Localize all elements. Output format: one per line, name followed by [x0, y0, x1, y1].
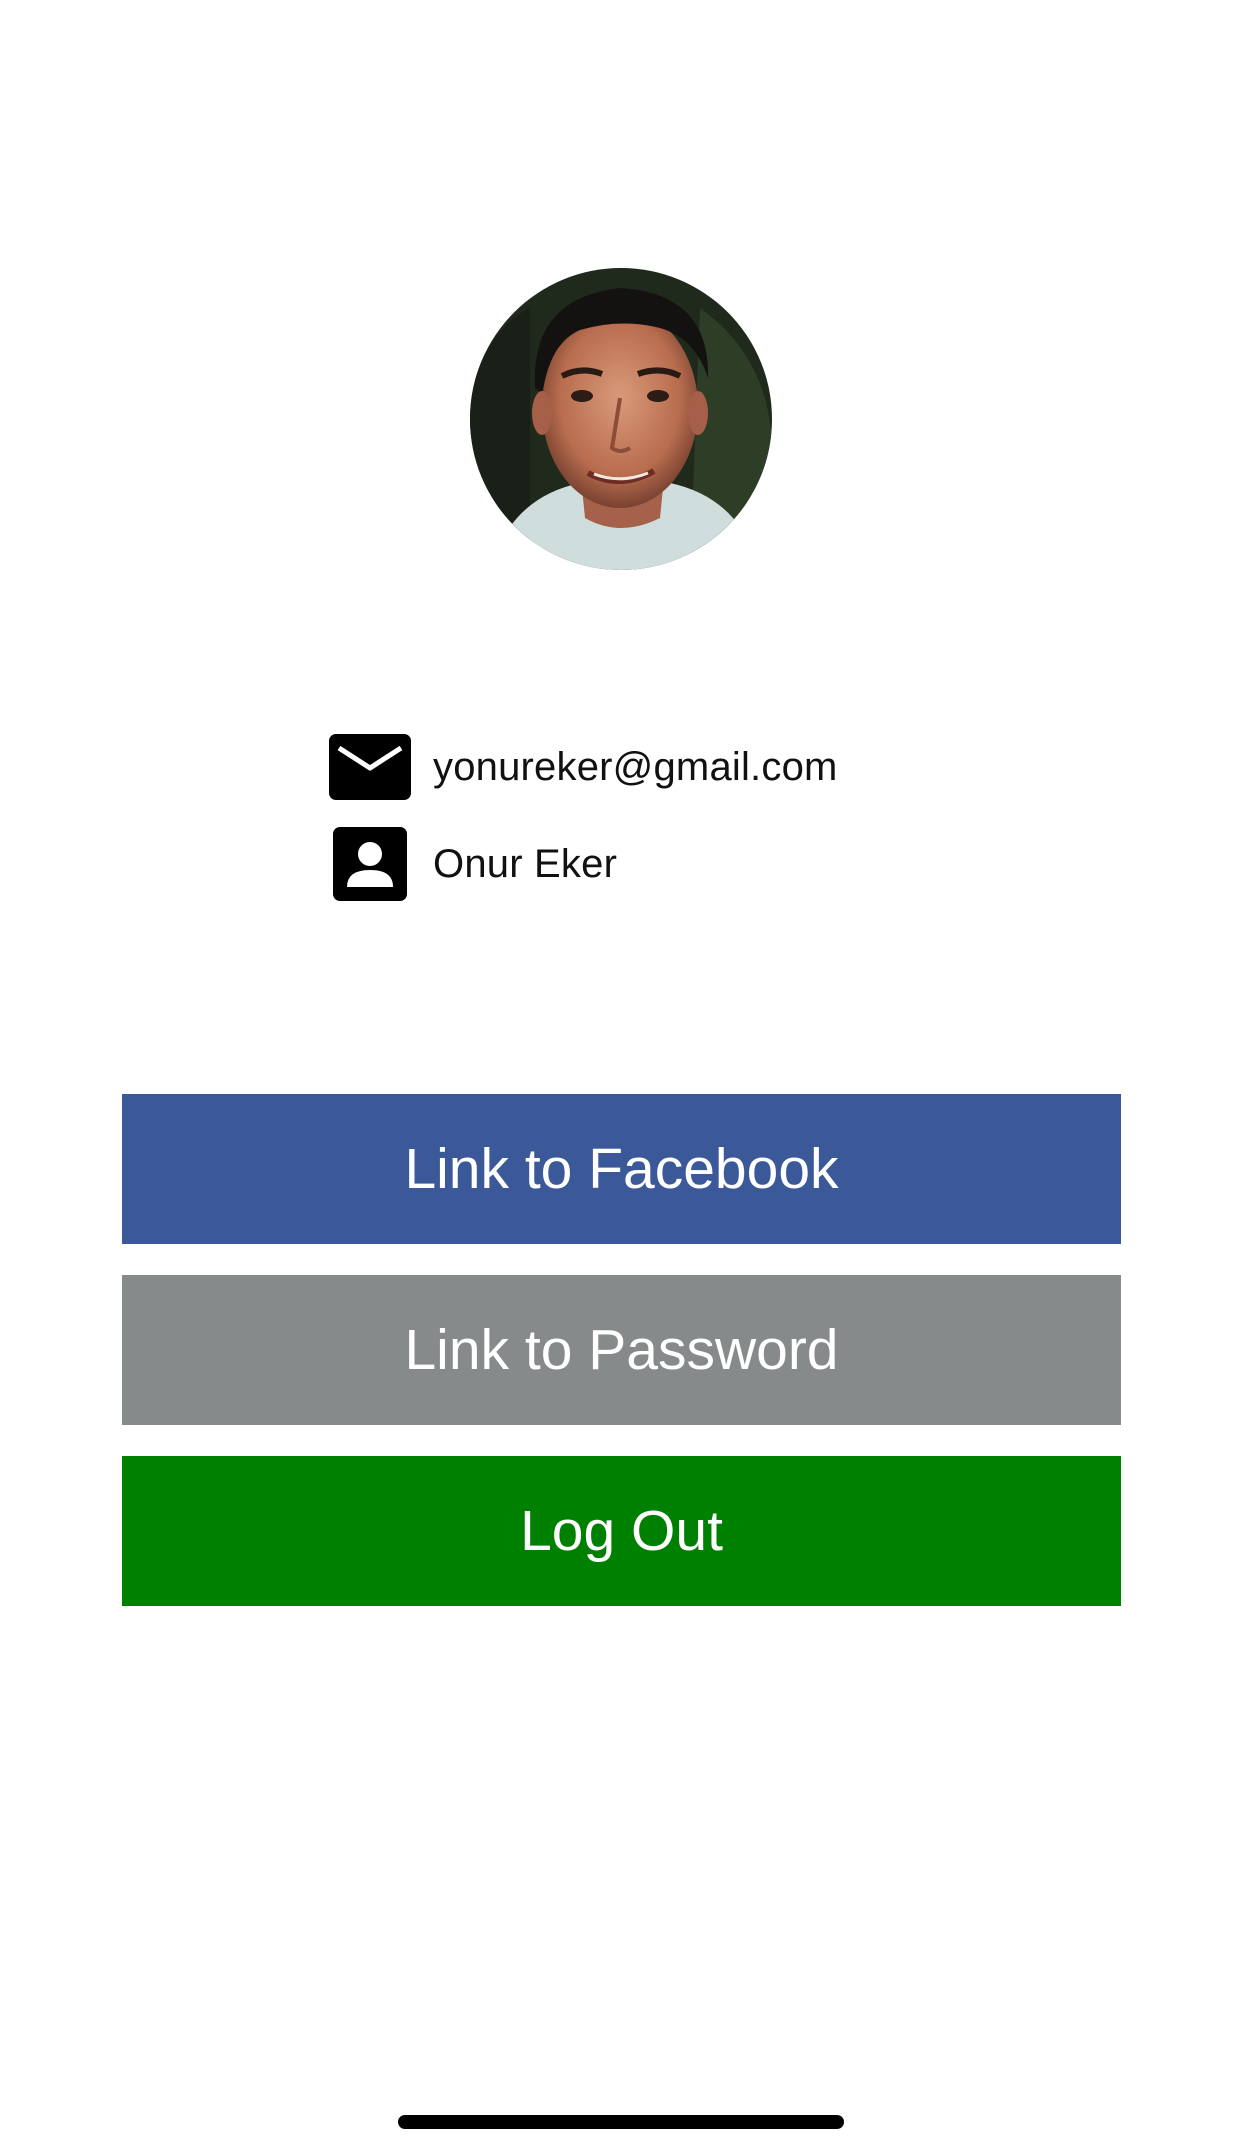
logout-button[interactable]: Log Out	[122, 1456, 1121, 1606]
name-text: Onur Eker	[433, 841, 618, 886]
avatar-image	[470, 268, 772, 570]
name-row: Onur Eker	[329, 826, 617, 902]
contact-card-icon	[329, 826, 411, 902]
link-facebook-button[interactable]: Link to Facebook	[122, 1094, 1121, 1244]
email-text: yonureker@gmail.com	[433, 744, 838, 789]
email-row: yonureker@gmail.com	[329, 733, 838, 801]
avatar	[470, 268, 772, 570]
home-indicator[interactable]	[398, 2115, 844, 2129]
envelope-icon	[329, 729, 411, 805]
link-password-button[interactable]: Link to Password	[122, 1275, 1121, 1425]
profile-screen: yonureker@gmail.com Onur Eker Link to Fa…	[0, 0, 1239, 2145]
